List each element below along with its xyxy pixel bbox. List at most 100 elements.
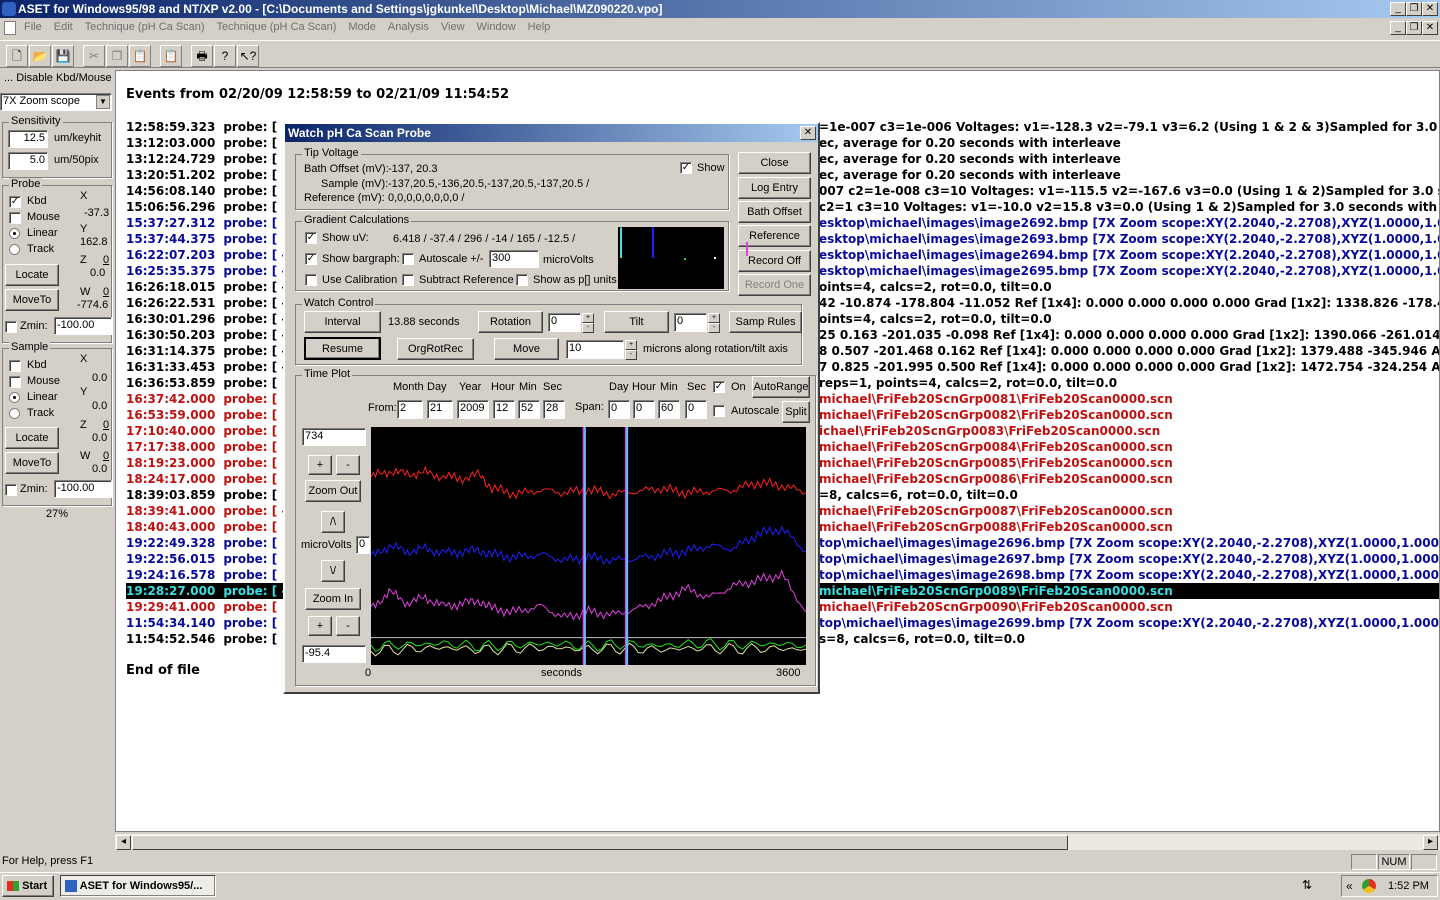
minimize-button[interactable]: _ xyxy=(1390,2,1406,16)
task-aset-button[interactable]: ASET for Windows95/... xyxy=(60,875,216,897)
log-row[interactable]: 19:22:56.015 probe: [ xyxy=(126,551,277,567)
pan-down-button[interactable]: \/ xyxy=(321,560,345,582)
probe-zmin-input[interactable]: -100.00 xyxy=(54,317,112,335)
tray-chevron-icon[interactable]: « xyxy=(1346,879,1353,893)
log-row[interactable]: 19:29:41.000 probe: [ xyxy=(126,599,277,615)
resume-button[interactable]: Resume xyxy=(304,337,381,360)
probe-moveto-button[interactable]: MoveTo xyxy=(5,289,59,311)
log-row[interactable]: 16:26:22.531 probe: [ -1 xyxy=(126,295,295,311)
log-row[interactable]: 18:40:43.000 probe: [ xyxy=(126,519,277,535)
context-help-icon[interactable]: ↖? xyxy=(237,45,259,67)
start-button[interactable]: Start xyxy=(2,875,54,897)
orgrotrec-button[interactable]: OrgRotRec xyxy=(397,338,474,360)
menu-item-8[interactable]: Help xyxy=(522,18,557,36)
dialog-close-icon[interactable]: ✕ xyxy=(800,126,816,140)
sample-zmin-input[interactable]: -100.00 xyxy=(54,480,112,498)
log-row[interactable]: 17:17:38.000 probe: [ xyxy=(126,439,277,455)
rotation-button[interactable]: Rotation xyxy=(478,311,543,333)
menu-item-5[interactable]: Analysis xyxy=(382,18,435,36)
move-input[interactable]: 10 xyxy=(566,340,624,359)
sample-moveto-button[interactable]: MoveTo xyxy=(5,452,59,474)
span-day-input[interactable]: 0 xyxy=(608,400,630,419)
print-icon[interactable]: 🖶 xyxy=(191,45,213,67)
log-row[interactable]: 13:12:24.729 probe: [ xyxy=(126,151,277,167)
move-button[interactable]: Move xyxy=(494,338,559,360)
probe-kbd-checkbox[interactable]: ✓ xyxy=(9,196,21,208)
disable-kbd-label[interactable]: ... Disable Kbd/Mouse xyxy=(4,72,112,84)
help-icon[interactable]: ? xyxy=(214,45,236,67)
log-row[interactable]: 11:54:52.546 probe: [ xyxy=(126,631,277,647)
log-row[interactable]: 16:26:18.015 probe: [ -1 xyxy=(126,279,295,295)
log-entry-button[interactable]: Log Entry xyxy=(738,177,811,199)
interval-button[interactable]: Interval xyxy=(304,311,381,333)
show-bargraph-checkbox[interactable]: ✓ xyxy=(305,253,317,265)
restore-button[interactable]: ❐ xyxy=(1406,2,1422,16)
menu-item-0[interactable]: File xyxy=(18,18,48,36)
scroll-left-icon[interactable]: ◂ xyxy=(116,835,131,850)
reference-button[interactable]: Reference xyxy=(738,225,811,247)
record-off-button[interactable]: Record Off xyxy=(738,250,811,272)
log-row[interactable]: 16:53:59.000 probe: [ xyxy=(126,407,277,423)
menu-item-2[interactable]: Technique (pH Ca Scan) xyxy=(79,18,211,36)
samp-rules-button[interactable]: Samp Rules xyxy=(729,311,802,333)
ymin-input[interactable]: -95.4 xyxy=(302,645,366,663)
span-hour-input[interactable]: 0 xyxy=(633,400,655,419)
record-one-button[interactable]: Record One xyxy=(738,274,811,296)
tilt-button[interactable]: Tilt xyxy=(604,311,669,333)
paste-icon[interactable]: 📋 xyxy=(129,45,151,67)
autorange-button[interactable]: AutoRange xyxy=(752,376,810,398)
menu-item-6[interactable]: View xyxy=(435,18,471,36)
menu-item-3[interactable]: Technique (pH Ca Scan) xyxy=(211,18,343,36)
log-row[interactable]: 18:39:03.859 probe: [ xyxy=(126,487,277,503)
show-uv-checkbox[interactable]: ✓ xyxy=(305,232,317,244)
log-row[interactable]: 18:39:41.000 probe: [ - xyxy=(126,503,286,519)
log-row[interactable]: 18:19:23.000 probe: [ xyxy=(126,455,277,471)
rotation-input[interactable]: 0 xyxy=(548,313,581,332)
menu-item-1[interactable]: Edit xyxy=(48,18,79,36)
ymax-minus-button[interactable]: - xyxy=(336,455,360,475)
ymin-plus-button[interactable]: + xyxy=(308,616,332,636)
ymax-plus-button[interactable]: + xyxy=(308,455,332,475)
log-row[interactable]: 16:30:50.203 probe: [ -1 xyxy=(126,327,295,343)
menu-item-7[interactable]: Window xyxy=(471,18,522,36)
from-month-input[interactable]: 2 xyxy=(397,400,423,419)
log-row[interactable]: 16:30:01.296 probe: [ -1 xyxy=(126,311,295,327)
log-row[interactable]: 13:20:51.202 probe: [ xyxy=(126,167,277,183)
log-row[interactable]: 16:31:33.453 probe: [ -1 xyxy=(126,359,295,375)
ymax-input[interactable]: 734 xyxy=(302,428,366,446)
cut-icon[interactable]: ✂ xyxy=(83,45,105,67)
span-sec-input[interactable]: 0 xyxy=(685,400,707,419)
log-row[interactable]: 16:37:42.000 probe: [ xyxy=(126,391,277,407)
log-row[interactable]: 19:22:49.328 probe: [ xyxy=(126,535,277,551)
log-row[interactable]: 16:36:53.859 probe: [ xyxy=(126,375,277,391)
log-row[interactable]: 18:24:17.000 probe: [ xyxy=(126,471,277,487)
sample-linear-radio[interactable] xyxy=(9,392,20,403)
tilt-stepper[interactable]: + - xyxy=(708,313,720,333)
clipboard-icon[interactable]: 📋 xyxy=(160,45,182,67)
log-row[interactable]: 15:37:27.312 probe: [ xyxy=(126,215,277,231)
sample-track-radio[interactable] xyxy=(9,408,20,419)
doc-minimize-button[interactable]: _ xyxy=(1390,21,1406,35)
pix-input[interactable]: 5.0 xyxy=(8,152,48,170)
autoscale-plot-checkbox[interactable] xyxy=(713,405,725,417)
pan-up-button[interactable]: /\ xyxy=(321,511,345,533)
log-row[interactable]: 12:58:59.323 probe: [ xyxy=(126,119,277,135)
menu-item-4[interactable]: Mode xyxy=(342,18,382,36)
ymin-minus-button[interactable]: - xyxy=(336,616,360,636)
keyhit-input[interactable]: 12.5 xyxy=(8,130,48,148)
probe-locate-button[interactable]: Locate xyxy=(5,264,59,286)
sample-kbd-checkbox[interactable] xyxy=(9,360,21,372)
log-row[interactable]: 11:54:34.140 probe: [ xyxy=(126,615,277,631)
from-min-input[interactable]: 52 xyxy=(518,400,540,419)
rotation-stepper[interactable]: + - xyxy=(582,313,594,333)
sample-zmin-checkbox[interactable] xyxy=(5,484,17,496)
doc-close-button[interactable]: ✕ xyxy=(1422,21,1438,35)
log-row[interactable]: 16:31:14.375 probe: [ -1 xyxy=(126,343,295,359)
log-row[interactable]: 19:24:16.578 probe: [ xyxy=(126,567,277,583)
horizontal-scrollbar-track[interactable]: ◂ ▸ xyxy=(115,833,1440,850)
open-folder-icon[interactable]: 📂 xyxy=(29,45,51,67)
probe-zmin-checkbox[interactable] xyxy=(5,321,17,333)
log-row[interactable]: 13:12:03.000 probe: [ xyxy=(126,135,277,151)
from-hour-input[interactable]: 12 xyxy=(493,400,515,419)
scroll-right-icon[interactable]: ▸ xyxy=(1423,835,1438,850)
